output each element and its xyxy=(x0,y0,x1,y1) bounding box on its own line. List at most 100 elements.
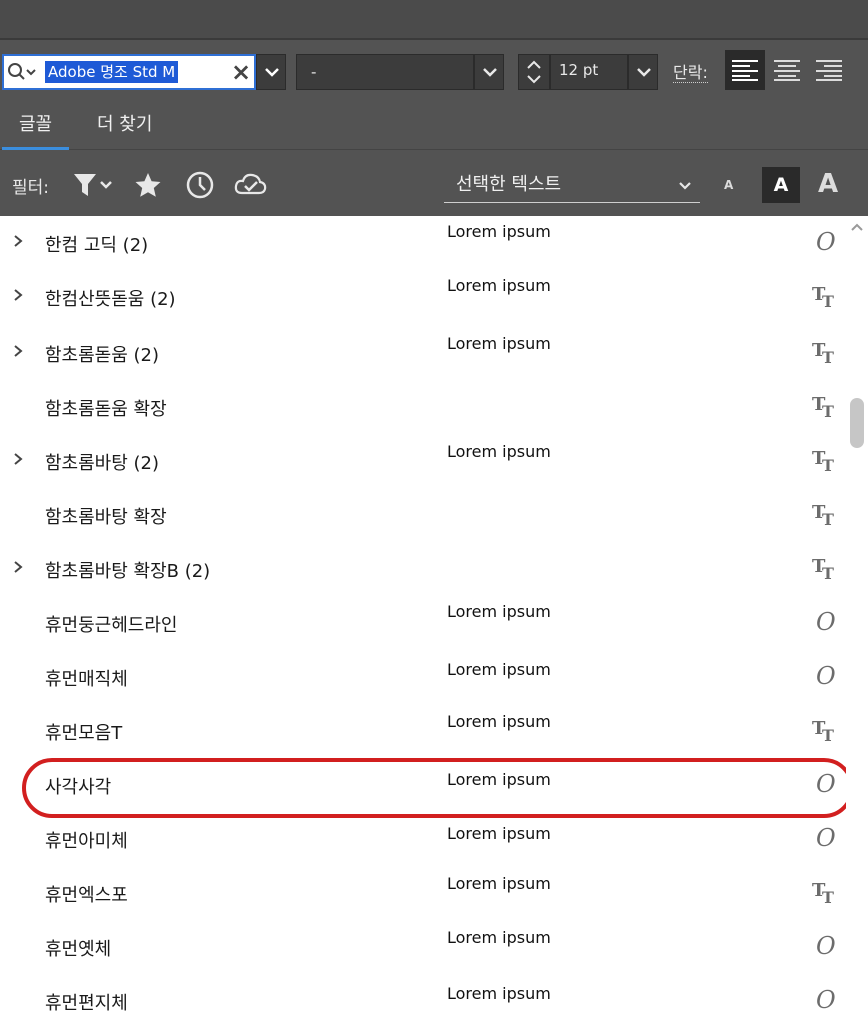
font-size-dropdown-button[interactable] xyxy=(628,54,658,90)
font-name: 한컴산뜻돋움 (2) xyxy=(45,289,176,310)
font-name: 휴먼편지체 xyxy=(45,993,128,1014)
font-preview-sample: Lorem ipsum xyxy=(447,824,551,843)
font-name: 함초롬돋움 확장 xyxy=(45,399,167,420)
opentype-font-icon: O xyxy=(810,608,840,636)
font-list-item[interactable]: 함초롬바탕 (2) Lorem ipsum T T xyxy=(0,434,846,488)
font-list-item[interactable]: 휴먼옛체 Lorem ipsum O xyxy=(0,920,846,974)
opentype-font-icon: O xyxy=(810,228,840,256)
align-left-button[interactable] xyxy=(725,50,765,90)
favorites-star-icon[interactable] xyxy=(134,171,162,199)
opentype-font-icon: O xyxy=(810,662,840,690)
preview-text-value: 선택한 텍스트 xyxy=(456,174,562,195)
font-name: 휴먼둥근헤드라인 xyxy=(45,615,178,636)
tab-find-more[interactable]: 더 찾기 xyxy=(97,110,152,150)
font-name: 함초롬바탕 확장B (2) xyxy=(45,561,211,582)
font-preview-sample: Lorem ipsum xyxy=(447,660,551,679)
font-list-item[interactable]: 휴먼엑스포 Lorem ipsum T T xyxy=(0,866,846,920)
preview-size-small-button[interactable]: A xyxy=(724,178,733,192)
font-preview-sample: Lorem ipsum xyxy=(447,874,551,893)
font-list-item[interactable]: 휴먼아미체 Lorem ipsum O xyxy=(0,812,846,866)
chevron-down-icon xyxy=(265,68,279,77)
svg-text:T: T xyxy=(822,348,834,366)
truetype-font-icon: TT xyxy=(810,500,840,529)
font-list-item[interactable]: 휴먼매직체 Lorem ipsum O xyxy=(0,650,846,704)
font-list-item[interactable]: 휴먼모음T Lorem ipsum T T xyxy=(0,704,846,758)
align-right-button[interactable] xyxy=(809,50,849,90)
font-list-scrollbar[interactable] xyxy=(846,216,868,1024)
opentype-font-icon: O xyxy=(810,986,840,1014)
font-name: 휴먼모음T xyxy=(45,723,123,744)
font-style-dropdown-button[interactable] xyxy=(474,54,504,90)
font-list-item[interactable]: 휴먼편지체 Lorem ipsum O xyxy=(0,974,846,1024)
font-list-item[interactable]: 한컴 고딕 (2) Lorem ipsum O xyxy=(0,216,846,270)
character-toolbar: Adobe 명조 Std M × - 12 pt 단락: xyxy=(0,42,868,98)
chevron-down-icon xyxy=(637,68,651,77)
preview-text-select[interactable]: 선택한 텍스트 xyxy=(444,167,700,203)
svg-text:O: O xyxy=(816,932,836,960)
truetype-font-icon: TT xyxy=(810,716,840,745)
font-preview-sample: Lorem ipsum xyxy=(447,222,551,241)
preview-size-large-button[interactable]: A xyxy=(818,169,838,199)
expand-chevron-icon[interactable] xyxy=(10,233,26,249)
truetype-font-icon: TT xyxy=(810,878,840,907)
font-list-item[interactable]: 함초롬돋움 확장 T T xyxy=(0,380,846,434)
clear-icon[interactable]: × xyxy=(230,60,252,84)
expand-chevron-icon[interactable] xyxy=(10,451,26,467)
font-name: 함초롬바탕 확장 xyxy=(45,507,167,528)
truetype-font-icon: TT xyxy=(810,338,840,367)
font-preview-sample: Lorem ipsum xyxy=(447,602,551,621)
chevron-down-icon xyxy=(483,68,497,77)
font-size-stepper[interactable] xyxy=(518,54,550,90)
svg-text:T: T xyxy=(822,456,834,474)
filter-label: 필터: xyxy=(12,178,50,198)
font-preview-sample: Lorem ipsum xyxy=(447,712,551,731)
font-preview-sample: Lorem ipsum xyxy=(447,442,551,461)
expand-chevron-icon[interactable] xyxy=(10,343,26,359)
highlight-ring xyxy=(22,758,854,818)
svg-text:T: T xyxy=(822,402,834,420)
chevron-down-icon xyxy=(679,182,691,190)
truetype-font-icon: TT xyxy=(810,392,840,421)
font-name: 한컴 고딕 (2) xyxy=(45,235,149,256)
align-center-button[interactable] xyxy=(767,50,807,90)
recent-clock-icon[interactable] xyxy=(186,171,214,199)
font-preview-sample: Lorem ipsum xyxy=(447,928,551,947)
svg-text:T: T xyxy=(822,564,834,582)
svg-text:T: T xyxy=(822,888,834,906)
font-name: 휴먼아미체 xyxy=(45,831,128,852)
panel-title-bar xyxy=(0,0,868,40)
svg-text:O: O xyxy=(816,608,836,636)
font-family-search-input[interactable]: Adobe 명조 Std M × xyxy=(2,54,256,90)
filter-funnel-icon[interactable] xyxy=(73,171,115,199)
expand-chevron-icon[interactable] xyxy=(10,559,26,575)
truetype-font-icon: TT xyxy=(810,282,840,311)
truetype-font-icon: TT xyxy=(810,446,840,475)
font-family-dropdown-button[interactable] xyxy=(256,54,286,90)
svg-text:O: O xyxy=(816,824,836,852)
font-list-item[interactable]: 함초롬바탕 확장 T T xyxy=(0,488,846,542)
font-style-select[interactable]: - xyxy=(296,54,474,90)
font-list-item[interactable]: 휴먼둥근헤드라인 Lorem ipsum O xyxy=(0,596,846,650)
filter-bar: 필터: 선택한 텍스트 A A A xyxy=(0,151,868,216)
chevron-up-icon[interactable] xyxy=(850,222,864,232)
svg-text:O: O xyxy=(816,228,836,256)
font-preview-sample: Lorem ipsum xyxy=(447,984,551,1003)
activated-fonts-cloud-icon[interactable] xyxy=(234,171,268,199)
font-list-item[interactable]: 함초롬바탕 확장B (2) T T xyxy=(0,542,846,596)
expand-chevron-icon[interactable] xyxy=(10,287,26,303)
font-family-value[interactable]: Adobe 명조 Std M xyxy=(45,61,179,83)
font-list-item[interactable]: 함초롬돋움 (2) Lorem ipsum T T xyxy=(0,326,846,380)
search-icon[interactable] xyxy=(7,62,41,82)
opentype-font-icon: O xyxy=(810,824,840,852)
font-list: 한컴 고딕 (2) Lorem ipsum O 한컴산뜻돋움 (2) Lorem ips… xyxy=(0,216,868,1024)
scrollbar-thumb[interactable] xyxy=(850,398,864,448)
font-list-item[interactable]: 한컴산뜻돋움 (2) Lorem ipsum T T xyxy=(0,270,846,324)
preview-size-medium-button[interactable]: A xyxy=(762,167,800,203)
font-name: 함초롬바탕 (2) xyxy=(45,453,160,474)
svg-text:O: O xyxy=(816,986,836,1014)
font-size-input[interactable]: 12 pt xyxy=(550,54,628,90)
svg-text:O: O xyxy=(816,662,836,690)
font-name: 휴먼매직체 xyxy=(45,669,128,690)
tab-fonts[interactable]: 글꼴 xyxy=(2,110,70,150)
panel-tabs: 글꼴 더 찾기 xyxy=(0,98,868,150)
